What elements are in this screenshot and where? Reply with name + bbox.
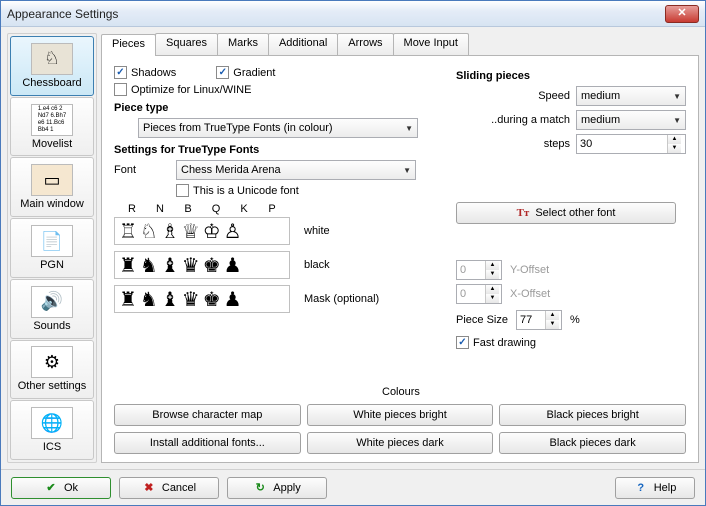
spin-y-offset[interactable]: ▲▼ [456, 260, 502, 280]
button-white-bright[interactable]: White pieces bright [307, 404, 494, 426]
globe-icon: 🌐 [31, 407, 73, 439]
tab-marks[interactable]: Marks [217, 33, 269, 55]
button-black-dark[interactable]: Black pieces dark [499, 432, 686, 454]
chevron-down-icon: ▼ [403, 166, 411, 175]
tab-additional[interactable]: Additional [268, 33, 338, 55]
sidebar-item-other-settings[interactable]: ⚙ Other settings [10, 340, 94, 400]
label-colours: Colours [382, 386, 420, 398]
piece-column-headers: RNBQKP [114, 203, 290, 215]
tab-squares[interactable]: Squares [155, 33, 218, 55]
label-speed: Speed [538, 90, 570, 102]
piece-preview-white: ♖♘♗♕♔♙ [114, 217, 290, 245]
tabstrip: Pieces Squares Marks Additional Arrows M… [101, 33, 699, 55]
checkbox-unicode-font[interactable]: This is a Unicode font [176, 184, 299, 197]
button-black-bright[interactable]: Black pieces bright [499, 404, 686, 426]
window-icon: ▭ [31, 164, 73, 196]
button-browse-char-map[interactable]: Browse character map [114, 404, 301, 426]
label-during-match: ..during a match [491, 114, 570, 126]
sidebar-item-movelist[interactable]: 1.e4 c6 2Nd7 6.Bh7e6 11.Bc6Bb4 1 Movelis… [10, 97, 94, 157]
spin-x-offset[interactable]: ▲▼ [456, 284, 502, 304]
pgn-icon: 📄 [31, 225, 73, 257]
label-x-offset: X-Offset [510, 288, 550, 300]
window-close-button[interactable]: ✕ [665, 5, 699, 23]
select-speed[interactable]: medium▼ [576, 86, 686, 106]
spin-up-icon[interactable]: ▲ [667, 135, 681, 144]
gear-icon: ⚙ [31, 346, 73, 378]
chevron-down-icon: ▼ [673, 92, 681, 101]
cross-icon: ✖ [142, 481, 156, 494]
spin-steps[interactable]: ▲▼ [576, 134, 686, 154]
chessboard-icon: ♘ [31, 43, 73, 75]
tab-pieces[interactable]: Pieces [101, 34, 156, 56]
tab-move-input[interactable]: Move Input [393, 33, 469, 55]
label-percent: % [570, 314, 580, 326]
button-select-other-font[interactable]: Tᴛ Select other font [456, 202, 676, 224]
button-install-fonts[interactable]: Install additional fonts... [114, 432, 301, 454]
tab-arrows[interactable]: Arrows [337, 33, 393, 55]
select-piece-type[interactable]: Pieces from TrueType Fonts (in colour)▼ [138, 118, 418, 138]
sidebar-item-sounds[interactable]: 🔊 Sounds [10, 279, 94, 339]
help-button[interactable]: ?Help [615, 477, 695, 499]
font-icon: Tᴛ [517, 207, 530, 219]
button-white-dark[interactable]: White pieces dark [307, 432, 494, 454]
apply-button[interactable]: ↻Apply [227, 477, 327, 499]
label-piece-size: Piece Size [456, 314, 508, 326]
label-sliding-pieces: Sliding pieces [456, 70, 686, 82]
checkbox-gradient[interactable]: ✓Gradient [216, 66, 275, 79]
label-steps: steps [544, 138, 570, 150]
spin-down-icon[interactable]: ▼ [667, 144, 681, 153]
checkbox-fast-drawing[interactable]: ✓Fast drawing [456, 336, 536, 349]
label-y-offset: Y-Offset [510, 264, 549, 276]
chevron-down-icon: ▼ [673, 116, 681, 125]
sidebar-item-pgn[interactable]: 📄 PGN [10, 218, 94, 278]
checkbox-shadows[interactable]: ✓Shadows [114, 66, 176, 79]
sidebar-item-main-window[interactable]: ▭ Main window [10, 157, 94, 217]
category-sidebar: ♘ Chessboard 1.e4 c6 2Nd7 6.Bh7e6 11.Bc6… [7, 33, 97, 463]
sidebar-item-chessboard[interactable]: ♘ Chessboard [10, 36, 94, 96]
piece-preview-black: ♜♞♝♛♚♟ [114, 251, 290, 279]
cancel-button[interactable]: ✖Cancel [119, 477, 219, 499]
checkbox-optimize-linux[interactable]: Optimize for Linux/WINE [114, 83, 251, 96]
label-mask: Mask (optional) [304, 293, 379, 305]
help-icon: ? [634, 482, 648, 494]
sounds-icon: 🔊 [31, 286, 73, 318]
select-during-match[interactable]: medium▼ [576, 110, 686, 130]
select-font[interactable]: Chess Merida Arena▼ [176, 160, 416, 180]
label-black: black [304, 259, 330, 271]
ok-button[interactable]: ✔Ok [11, 477, 111, 499]
movelist-icon: 1.e4 c6 2Nd7 6.Bh7e6 11.Bc6Bb4 1 [31, 104, 73, 136]
chevron-down-icon: ▼ [405, 124, 413, 133]
label-font: Font [114, 164, 170, 176]
tab-panel-pieces: ✓Shadows ✓Gradient Optimize for Linux/WI… [101, 55, 699, 463]
sidebar-item-ics[interactable]: 🌐 ICS [10, 400, 94, 460]
refresh-icon: ↻ [253, 481, 267, 494]
check-icon: ✔ [44, 481, 58, 494]
piece-preview-mask: ♜♞♝♛♚♟ [114, 285, 290, 313]
window-title: Appearance Settings [7, 7, 665, 21]
label-white: white [304, 225, 330, 237]
spin-piece-size[interactable]: ▲▼ [516, 310, 562, 330]
